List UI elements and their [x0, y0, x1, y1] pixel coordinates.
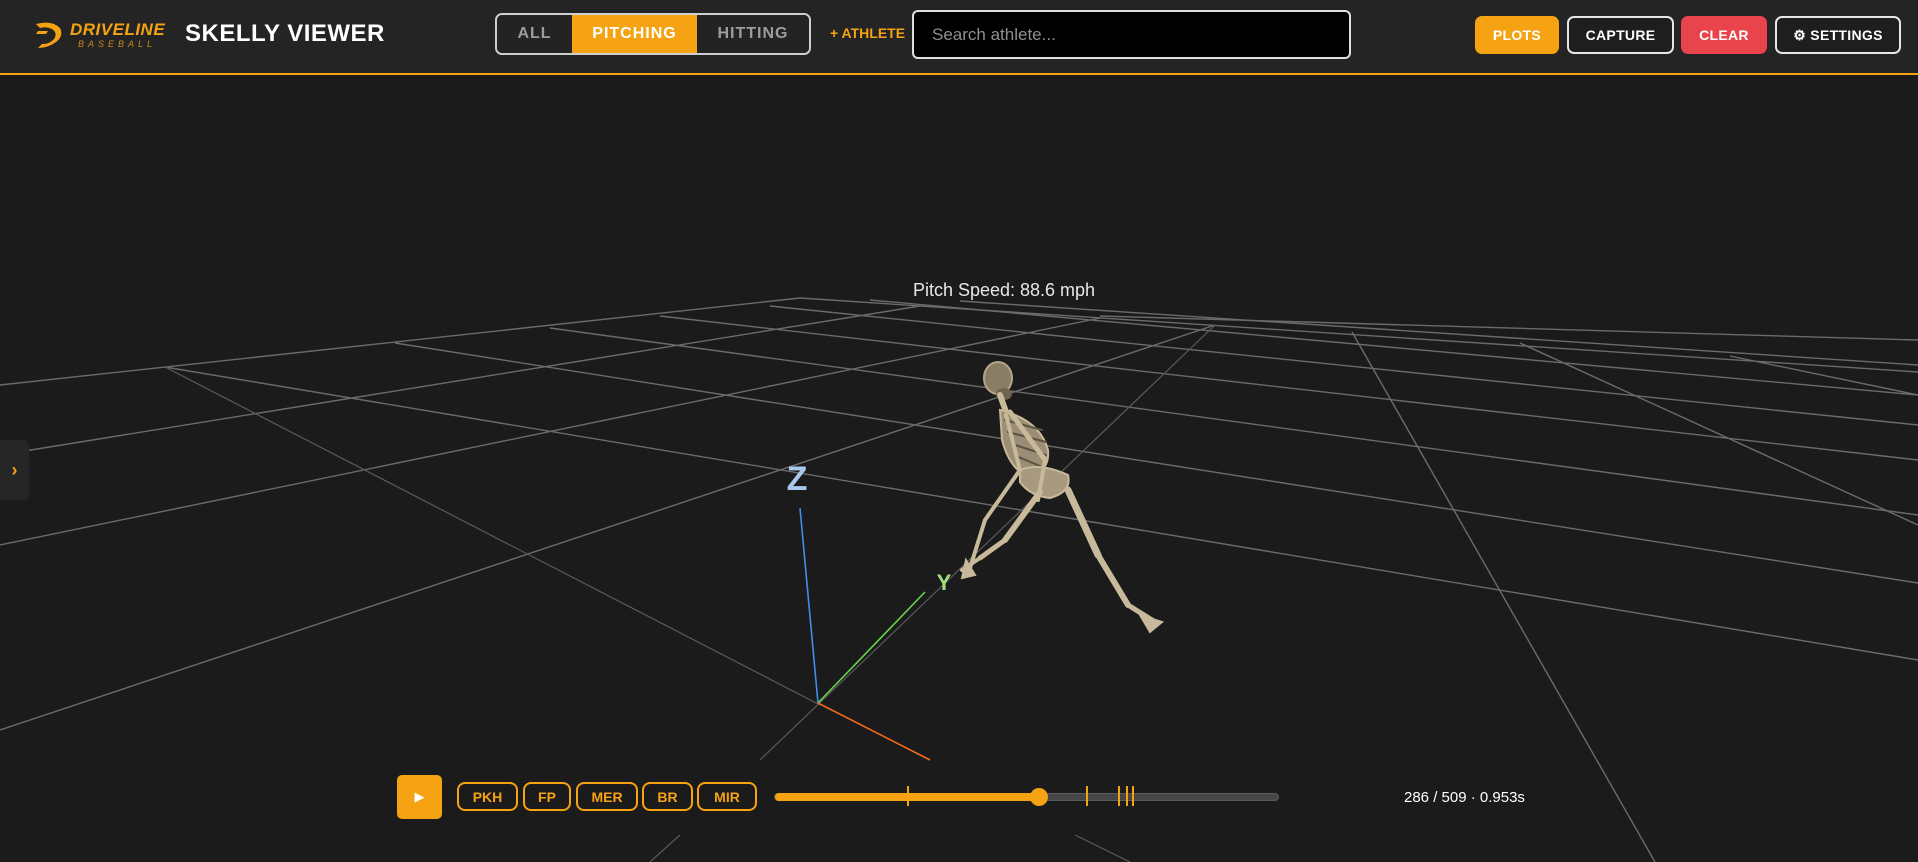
- frame-readout: 286 / 509 · 0.953s: [1404, 789, 1525, 806]
- clear-button[interactable]: CLEAR: [1681, 16, 1767, 54]
- event-marker: [1118, 786, 1120, 806]
- logo-text-primary: DRIVELINE: [70, 20, 166, 39]
- z-axis-label: Z: [787, 460, 808, 498]
- event-mer-button[interactable]: MER: [576, 782, 638, 811]
- chevron-right-icon: ›: [11, 459, 18, 480]
- ground-grid: [0, 297, 1918, 862]
- settings-button[interactable]: ⚙ SETTINGS: [1775, 16, 1901, 54]
- play-button[interactable]: ▶: [397, 775, 442, 819]
- timeline-thumb[interactable]: [1030, 788, 1048, 806]
- event-marker: [1086, 786, 1088, 806]
- sidebar-toggle-button[interactable]: ›: [0, 440, 29, 500]
- logo-text-secondary: BASEBALL: [78, 39, 157, 49]
- filter-all-button[interactable]: ALL: [497, 15, 572, 53]
- timeline-slider[interactable]: [774, 786, 1279, 806]
- driveline-logo-icon: [36, 22, 62, 48]
- event-fp-button[interactable]: FP: [523, 782, 571, 811]
- event-pkh-button[interactable]: PKH: [457, 782, 518, 811]
- play-icon: ▶: [414, 789, 425, 804]
- event-br-button[interactable]: BR: [642, 782, 693, 811]
- viewer-canvas[interactable]: Z Y Pitch Speed: 88.6 mph: [0, 77, 1918, 862]
- skeleton-model: [960, 361, 1165, 634]
- event-marker: [907, 786, 909, 806]
- axis-gizmo: Z Y: [787, 460, 952, 761]
- event-mir-button[interactable]: MIR: [697, 782, 757, 811]
- top-bar: DRIVELINE BASEBALL SKELLY VIEWER ALL PIT…: [0, 0, 1918, 75]
- y-axis-label: Y: [937, 570, 952, 595]
- event-marker: [1132, 786, 1134, 806]
- athlete-search-input[interactable]: [912, 10, 1351, 59]
- activity-filter: ALL PITCHING HITTING: [495, 13, 811, 55]
- event-marker: [1126, 786, 1128, 806]
- plots-button[interactable]: PLOTS: [1475, 16, 1559, 54]
- pitch-speed-label: Pitch Speed: 88.6 mph: [913, 280, 1095, 300]
- add-athlete-button[interactable]: + ATHLETE: [830, 25, 905, 41]
- app-title: SKELLY VIEWER: [185, 20, 385, 47]
- ground-grid-dim: [164, 324, 1216, 862]
- driveline-logo[interactable]: DRIVELINE BASEBALL: [34, 18, 166, 52]
- filter-pitching-button[interactable]: PITCHING: [572, 15, 697, 53]
- capture-button[interactable]: CAPTURE: [1567, 16, 1674, 54]
- filter-hitting-button[interactable]: HITTING: [697, 15, 809, 53]
